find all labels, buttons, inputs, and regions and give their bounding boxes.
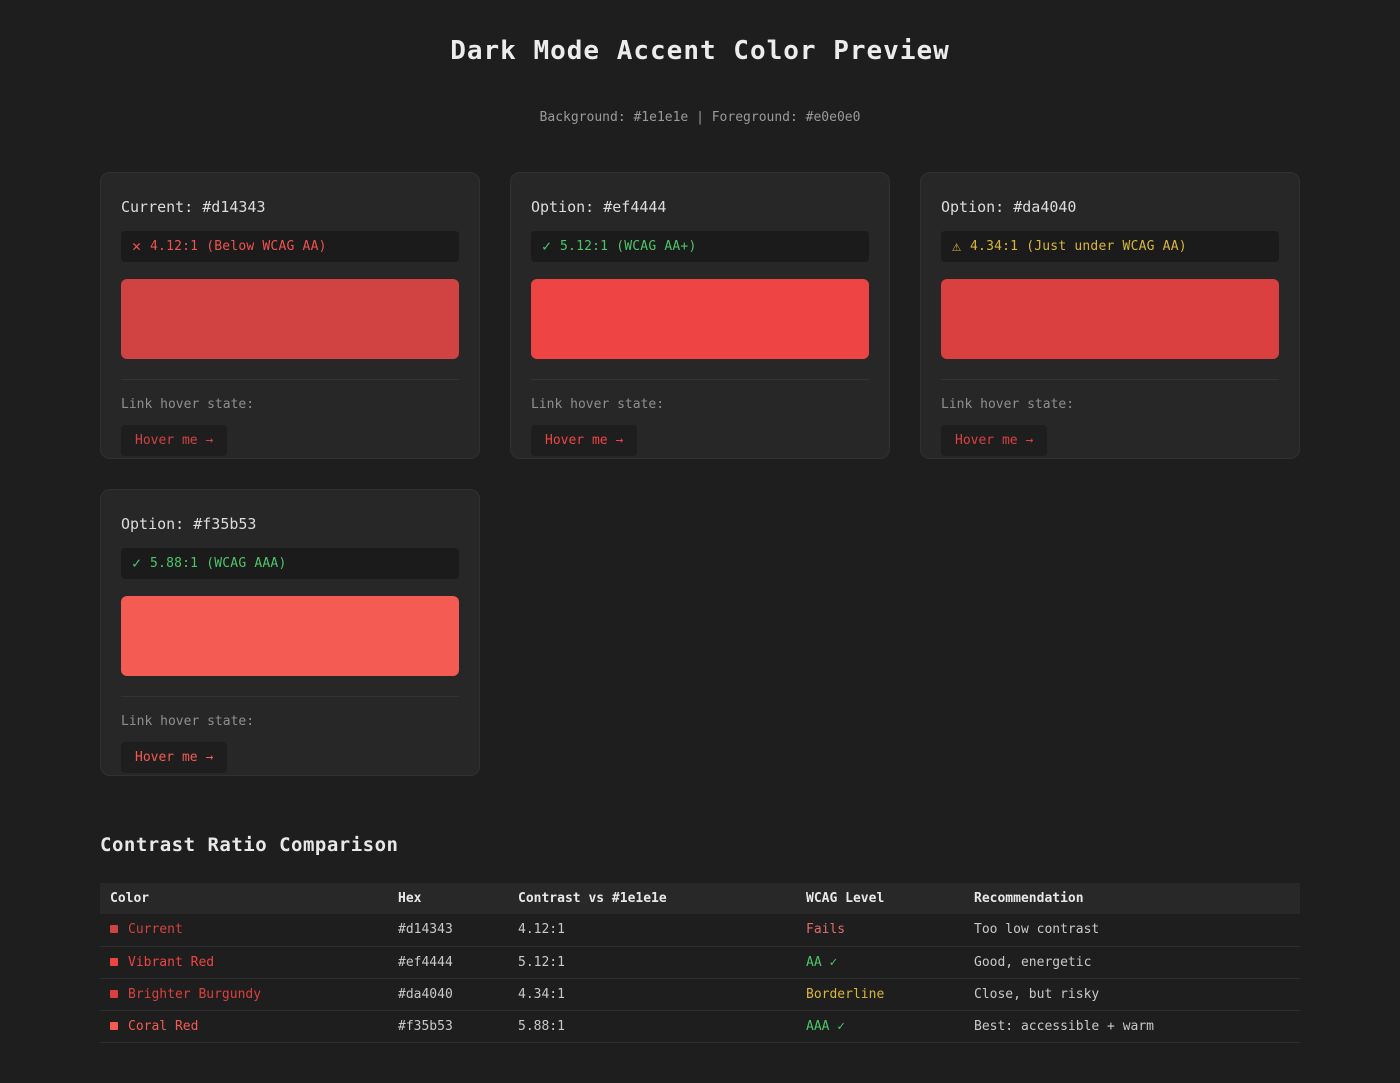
color-name-text: Brighter Burgundy <box>128 987 261 1002</box>
card-divider <box>121 379 459 380</box>
color-name-text: Current <box>128 922 183 937</box>
color-card-current: Current: #d14343 ✕ 4.12:1 (Below WCAG AA… <box>100 172 480 459</box>
cell-hex: #d14343 <box>388 914 508 946</box>
link-hover-label: Link hover state: <box>121 397 459 412</box>
cell-wcag-level: Fails <box>796 914 964 946</box>
color-card-da4040: Option: #da4040 ⚠ 4.34:1 (Just under WCA… <box>920 172 1300 459</box>
column-header-color: Color <box>100 883 388 914</box>
color-bullet <box>110 925 118 933</box>
card-divider <box>941 379 1279 380</box>
table-row: Current #d14343 4.12:1 Fails Too low con… <box>100 914 1300 946</box>
card-title: Option: #da4040 <box>941 198 1279 216</box>
cell-wcag-level: Borderline <box>796 978 964 1010</box>
color-card-f35b53: Option: #f35b53 ✓ 5.88:1 (WCAG AAA) Link… <box>100 489 480 776</box>
column-header-hex: Hex <box>388 883 508 914</box>
contrast-badge: ⚠ 4.34:1 (Just under WCAG AA) <box>941 231 1279 262</box>
link-hover-label: Link hover state: <box>121 714 459 729</box>
cell-color-name: Current <box>100 914 388 946</box>
table-row: Coral Red #f35b53 5.88:1 AAA ✓ Best: acc… <box>100 1010 1300 1042</box>
link-hover-label: Link hover state: <box>531 397 869 412</box>
table-row: Vibrant Red #ef4444 5.12:1 AA ✓ Good, en… <box>100 946 1300 978</box>
hover-me-button[interactable]: Hover me → <box>121 742 227 773</box>
color-card-ef4444: Option: #ef4444 ✓ 5.12:1 (WCAG AA+) Link… <box>510 172 890 459</box>
column-header-wcag: WCAG Level <box>796 883 964 914</box>
color-bullet <box>110 958 118 966</box>
table-header-row: Color Hex Contrast vs #1e1e1e WCAG Level… <box>100 883 1300 914</box>
page-title: Dark Mode Accent Color Preview <box>100 36 1300 66</box>
page-subtitle: Background: #1e1e1e | Foreground: #e0e0e… <box>100 110 1300 125</box>
contrast-badge-text: 5.12:1 (WCAG AA+) <box>560 239 696 254</box>
hover-me-button[interactable]: Hover me → <box>121 425 227 456</box>
contrast-badge-text: 4.12:1 (Below WCAG AA) <box>150 239 327 254</box>
card-title: Current: #d14343 <box>121 198 459 216</box>
cell-recommendation: Good, energetic <box>964 946 1300 978</box>
warning-icon: ⚠ <box>952 239 961 254</box>
check-icon: ✓ <box>542 239 551 254</box>
cell-hex: #da4040 <box>388 978 508 1010</box>
cell-recommendation: Too low contrast <box>964 914 1300 946</box>
color-swatch <box>121 279 459 359</box>
cell-recommendation: Best: accessible + warm <box>964 1010 1300 1042</box>
column-header-contrast: Contrast vs #1e1e1e <box>508 883 796 914</box>
card-title: Option: #ef4444 <box>531 198 869 216</box>
cell-contrast: 4.12:1 <box>508 914 796 946</box>
cell-recommendation: Close, but risky <box>964 978 1300 1010</box>
cell-wcag-level: AAA ✓ <box>796 1010 964 1042</box>
cell-hex: #ef4444 <box>388 946 508 978</box>
x-icon: ✕ <box>132 239 141 254</box>
card-divider <box>531 379 869 380</box>
color-bullet <box>110 1022 118 1030</box>
contrast-badge-text: 4.34:1 (Just under WCAG AA) <box>970 239 1187 254</box>
card-title: Option: #f35b53 <box>121 515 459 533</box>
color-cards-grid: Current: #d14343 ✕ 4.12:1 (Below WCAG AA… <box>100 172 1300 776</box>
card-divider <box>121 696 459 697</box>
color-swatch <box>531 279 869 359</box>
page-container: Dark Mode Accent Color Preview Backgroun… <box>100 0 1300 1083</box>
color-swatch <box>941 279 1279 359</box>
cell-color-name: Vibrant Red <box>100 946 388 978</box>
table-row: Brighter Burgundy #da4040 4.34:1 Borderl… <box>100 978 1300 1010</box>
comparison-section: Contrast Ratio Comparison Color Hex Cont… <box>100 834 1300 1083</box>
check-icon: ✓ <box>132 556 141 571</box>
link-hover-label: Link hover state: <box>941 397 1279 412</box>
cell-contrast: 5.12:1 <box>508 946 796 978</box>
cell-color-name: Coral Red <box>100 1010 388 1042</box>
cell-hex: #f35b53 <box>388 1010 508 1042</box>
color-name-text: Vibrant Red <box>128 955 214 970</box>
contrast-badge: ✓ 5.12:1 (WCAG AA+) <box>531 231 869 262</box>
color-name-text: Coral Red <box>128 1019 198 1034</box>
cell-contrast: 5.88:1 <box>508 1010 796 1042</box>
contrast-badge: ✓ 5.88:1 (WCAG AAA) <box>121 548 459 579</box>
hover-me-button[interactable]: Hover me → <box>531 425 637 456</box>
color-bullet <box>110 990 118 998</box>
cell-color-name: Brighter Burgundy <box>100 978 388 1010</box>
cell-wcag-level: AA ✓ <box>796 946 964 978</box>
hover-me-button[interactable]: Hover me → <box>941 425 1047 456</box>
color-swatch <box>121 596 459 676</box>
comparison-heading: Contrast Ratio Comparison <box>100 834 1300 856</box>
contrast-badge-text: 5.88:1 (WCAG AAA) <box>150 556 286 571</box>
contrast-badge: ✕ 4.12:1 (Below WCAG AA) <box>121 231 459 262</box>
column-header-recommendation: Recommendation <box>964 883 1300 914</box>
contrast-comparison-table: Color Hex Contrast vs #1e1e1e WCAG Level… <box>100 883 1300 1043</box>
cell-contrast: 4.34:1 <box>508 978 796 1010</box>
